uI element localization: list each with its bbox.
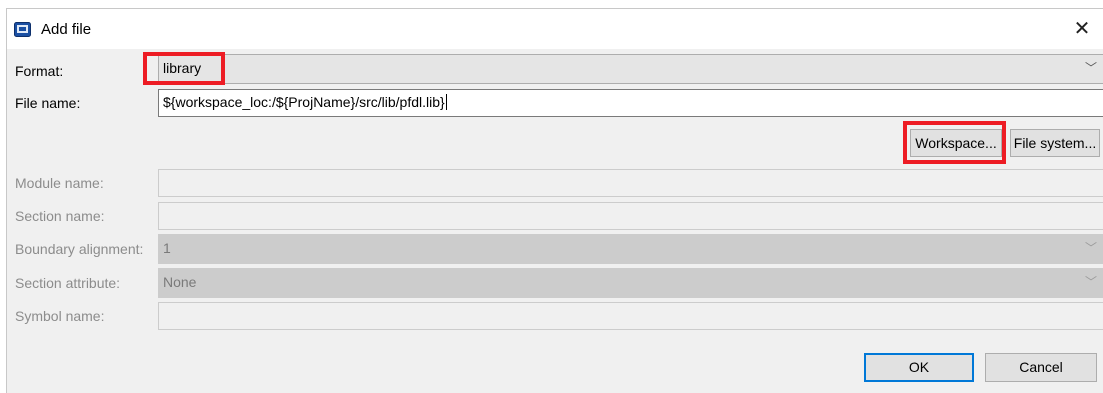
app-icon (14, 22, 31, 37)
ok-button[interactable]: OK (864, 353, 974, 382)
background-strip (0, 0, 1103, 8)
file-name-label: File name: (15, 95, 81, 111)
section-attribute-label: Section attribute: (15, 275, 121, 291)
module-name-input (158, 169, 1103, 197)
file-system-button[interactable]: File system... (1010, 129, 1100, 157)
title-bar: Add file ✕ (7, 9, 1103, 49)
symbol-name-input (158, 302, 1103, 330)
chevron-down-icon: ﹀ (1084, 241, 1097, 255)
section-name-input (158, 202, 1103, 230)
chevron-down-icon: ﹀ (1084, 61, 1097, 75)
file-name-input[interactable]: ${workspace_loc:/${ProjName}/src/lib/pfd… (158, 89, 1103, 117)
boundary-alignment-label: Boundary alignment: (15, 241, 144, 257)
text-caret (445, 94, 447, 110)
dialog-title: Add file (41, 21, 92, 38)
format-label: Format: (15, 63, 64, 79)
format-select[interactable]: library ﹀ (158, 54, 1103, 84)
close-icon[interactable]: ✕ (1071, 17, 1093, 41)
file-name-value: ${workspace_loc:/${ProjName}/src/lib/pfd… (163, 94, 447, 110)
module-name-label: Module name: (15, 175, 104, 191)
add-file-dialog: Add file ✕ Format: library ﹀ File name: … (6, 8, 1103, 393)
section-attribute-select: None ﹀ (158, 268, 1103, 298)
chevron-down-icon: ﹀ (1084, 275, 1097, 289)
boundary-alignment-select: 1 ﹀ (158, 234, 1103, 264)
workspace-button[interactable]: Workspace... (910, 129, 1002, 157)
symbol-name-label: Symbol name: (15, 308, 105, 324)
section-name-label: Section name: (15, 208, 105, 224)
cancel-button[interactable]: Cancel (985, 353, 1097, 382)
format-value: library (163, 60, 202, 76)
